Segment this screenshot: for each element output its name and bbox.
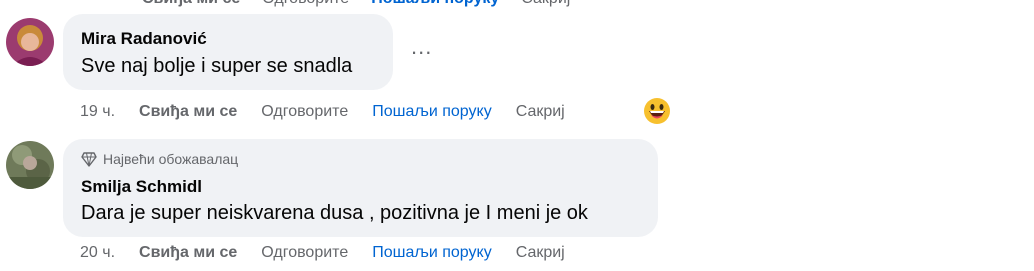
comment-bubble: Mira Radanović Sve naj bolje i super se … bbox=[63, 14, 393, 90]
like-link[interactable]: Свиђа ми се bbox=[139, 103, 237, 121]
send-message-link[interactable]: Пошаљи поруку bbox=[372, 103, 491, 121]
comment-bubble: Највећи обожавалац Smilja Schmidl Dara j… bbox=[63, 139, 658, 237]
previous-reply-link[interactable]: Одговорите bbox=[262, 0, 349, 8]
previous-hide-link[interactable]: Сакриј bbox=[521, 0, 570, 8]
send-message-link[interactable]: Пошаљи поруку bbox=[372, 244, 491, 262]
previous-like-link[interactable]: Свиђа ми се bbox=[142, 0, 240, 8]
previous-comment-actions: Свиђа ми се Одговорите Пошаљи поруку Сак… bbox=[80, 0, 592, 8]
avatar[interactable] bbox=[6, 141, 54, 189]
hide-link[interactable]: Сакриј bbox=[516, 103, 565, 121]
previous-send-message-link[interactable]: Пошаљи поруку bbox=[371, 0, 499, 8]
reply-link[interactable]: Одговорите bbox=[261, 244, 348, 262]
avatar[interactable] bbox=[6, 18, 54, 66]
comment-actions: 20 ч. Свиђа ми се Одговорите Пошаљи пору… bbox=[80, 244, 589, 262]
timestamp[interactable]: 19 ч. bbox=[80, 103, 115, 121]
reply-link[interactable]: Одговорите bbox=[261, 103, 348, 121]
like-link[interactable]: Свиђа ми се bbox=[139, 244, 237, 262]
timestamp[interactable]: 20 ч. bbox=[80, 244, 115, 262]
badge-label: Највећи обожавалац bbox=[103, 151, 239, 167]
more-options-button[interactable]: ... bbox=[411, 34, 432, 60]
author-name[interactable]: Smilja Schmidl bbox=[81, 177, 202, 197]
grinning-emoji-icon[interactable] bbox=[643, 97, 671, 125]
top-fan-badge[interactable]: Највећи обожавалац bbox=[81, 151, 238, 167]
comments-section: Свиђа ми се Одговорите Пошаљи поруку Сак… bbox=[0, 0, 1034, 271]
diamond-icon bbox=[81, 152, 97, 167]
hide-link[interactable]: Сакриј bbox=[516, 244, 565, 262]
comment-text: Sve naj bolje i super se snadla bbox=[81, 55, 353, 77]
author-name[interactable]: Mira Radanović bbox=[81, 29, 207, 49]
comment-actions: 19 ч. Свиђа ми се Одговорите Пошаљи пору… bbox=[80, 103, 589, 121]
comment-text: Dara je super neiskvarena dusa , pozitiv… bbox=[81, 202, 588, 224]
